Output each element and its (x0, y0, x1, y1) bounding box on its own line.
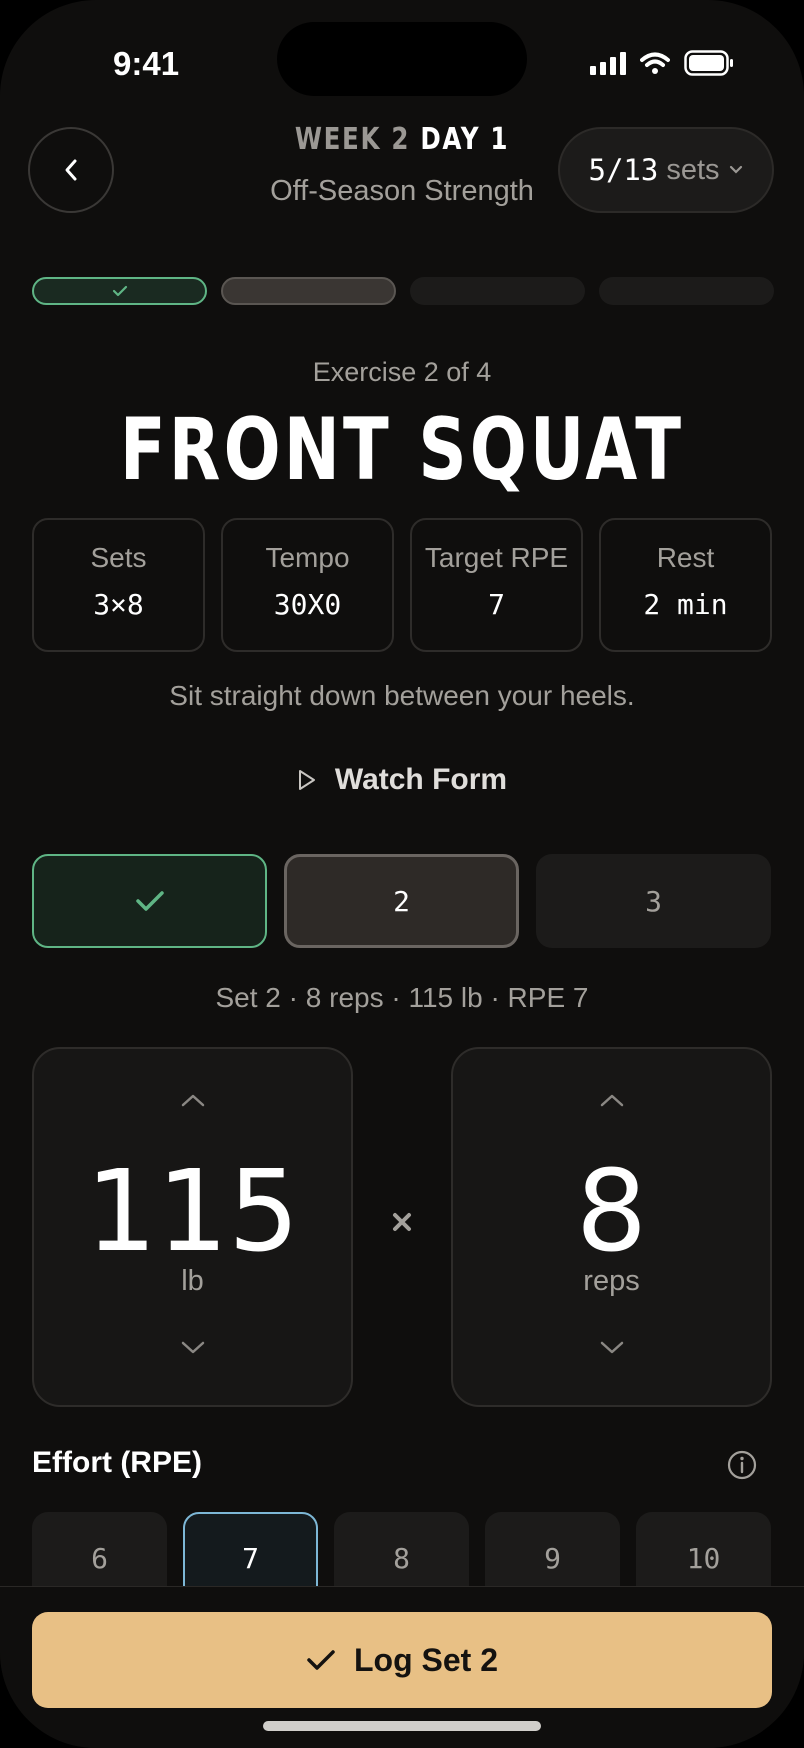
chevron-down-icon (600, 1341, 623, 1354)
sets-progress-dropdown[interactable]: 5/13 sets (558, 127, 774, 213)
stat-label: Target RPE (424, 542, 569, 573)
reps-decrease-button[interactable] (453, 1339, 770, 1357)
check-icon (112, 285, 127, 297)
chevron-up-icon (181, 1094, 204, 1107)
sets-progress-word: sets (666, 153, 720, 186)
exercise-name: FRONT SQUAT (119, 400, 685, 500)
stat-card-sets: Sets 3×8 (32, 518, 205, 652)
exercise-stats: Sets 3×8 Tempo 30X0 Target RPE 7 Rest 2 … (32, 518, 772, 652)
chevron-up-icon (600, 1094, 623, 1107)
reps-unit: reps (583, 1265, 640, 1297)
progress-segment-upcoming[interactable] (599, 277, 774, 305)
stat-card-target-rpe: Target RPE 7 (410, 518, 583, 652)
set-button-3[interactable]: 3 (536, 854, 771, 948)
log-set-button[interactable]: Log Set 2 (32, 1612, 772, 1708)
dynamic-island (277, 22, 527, 96)
weight-unit: lb (181, 1265, 204, 1297)
weight-decrease-button[interactable] (34, 1339, 351, 1357)
multiply-icon (393, 1213, 411, 1231)
sets-progress-count: 5/13 (588, 153, 659, 187)
battery-icon (684, 50, 733, 76)
weight-value[interactable]: 115 (34, 1147, 351, 1277)
cellular-signal-icon (590, 51, 626, 75)
stat-card-tempo: Tempo 30X0 (221, 518, 394, 652)
stat-label: Sets (90, 542, 147, 573)
chevron-down-icon (729, 165, 742, 174)
phone-screen: 9:41 WEEK 2 DAY 1 Off-Season Strength 5/… (0, 0, 804, 1748)
set-selector: 2 3 (32, 854, 771, 948)
reps-increase-button[interactable] (453, 1091, 770, 1109)
stat-value: 30X0 (273, 588, 342, 621)
check-icon (307, 1650, 335, 1670)
weight-increase-button[interactable] (34, 1091, 351, 1109)
week-label: WEEK 2 (294, 122, 411, 157)
progress-segment-done[interactable] (32, 277, 207, 305)
progress-segment-current[interactable] (221, 277, 396, 305)
reps-stepper: 8 reps (451, 1047, 772, 1407)
reps-value[interactable]: 8 (453, 1147, 770, 1277)
watch-form-label: Watch Form (334, 763, 508, 796)
stat-label: Tempo (265, 542, 350, 573)
weight-stepper: 115 lb (32, 1047, 353, 1407)
chevron-down-icon (181, 1341, 204, 1354)
wifi-icon (640, 52, 670, 74)
stat-value: 2 min (643, 588, 728, 621)
stat-value: 3×8 (93, 588, 144, 621)
day-label: DAY 1 (420, 122, 510, 157)
coaching-cue: Sit straight down between your heels. (169, 680, 635, 711)
home-indicator[interactable] (263, 1721, 541, 1731)
effort-title: Effort (RPE) (32, 1446, 202, 1479)
set-summary: Set 2 · 8 reps · 115 lb · RPE 7 (215, 982, 589, 1013)
set-button-2[interactable]: 2 (284, 854, 519, 948)
exercise-progress-bar (32, 277, 774, 305)
set-button-1[interactable] (32, 854, 267, 948)
stat-value: 7 (488, 588, 505, 621)
info-icon[interactable] (726, 1449, 758, 1481)
exercise-counter: Exercise 2 of 4 (312, 357, 492, 387)
stat-card-rest: Rest 2 min (599, 518, 772, 652)
status-time: 9:41 (113, 45, 180, 82)
log-set-label: Log Set 2 (353, 1641, 498, 1678)
status-icons (590, 50, 734, 76)
play-icon (298, 770, 315, 790)
watch-form-button[interactable]: Watch Form (0, 763, 804, 797)
progress-segment-upcoming[interactable] (410, 277, 585, 305)
stat-label: Rest (656, 542, 715, 573)
check-icon (135, 891, 164, 911)
